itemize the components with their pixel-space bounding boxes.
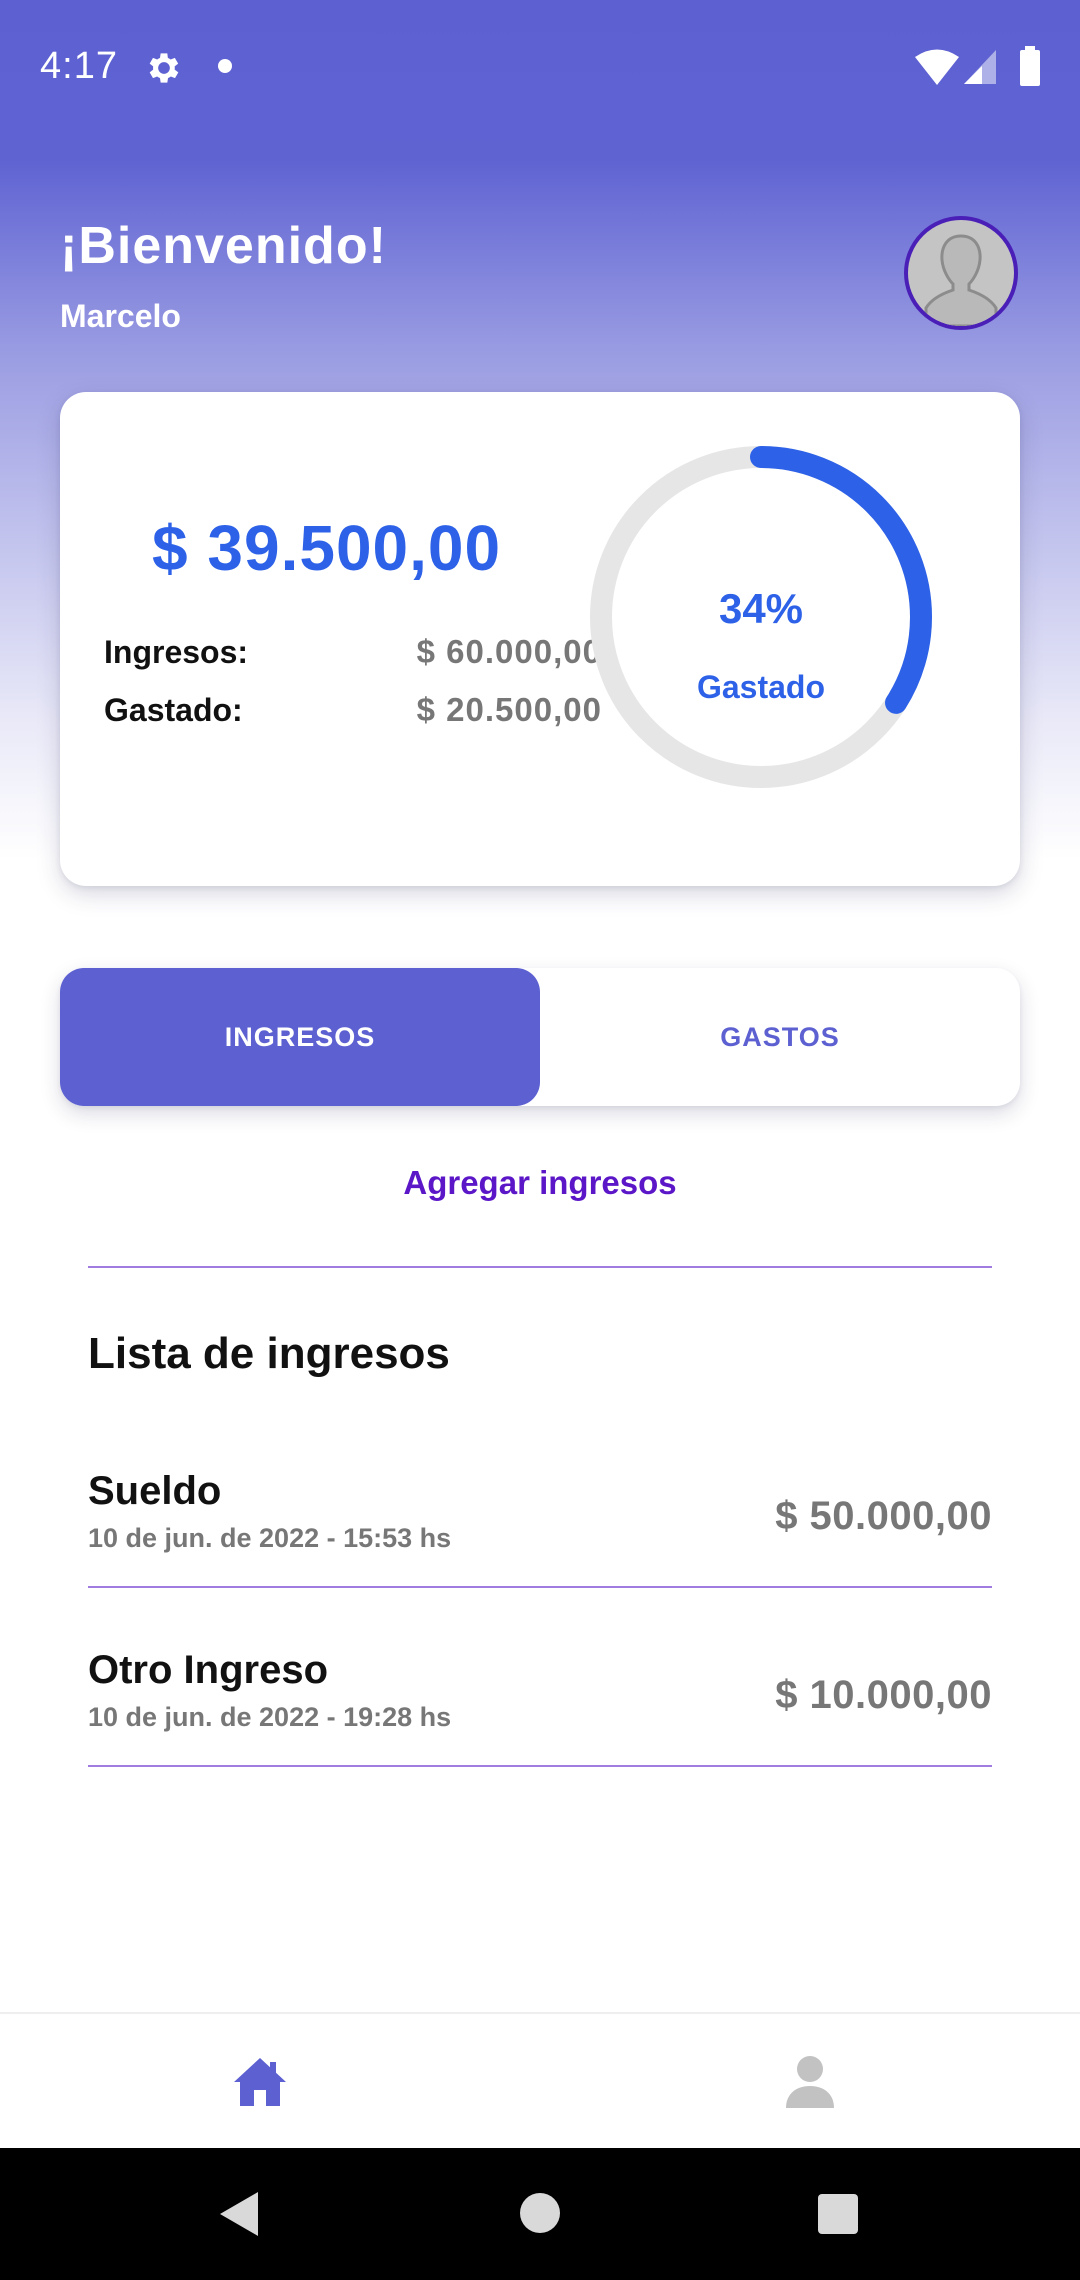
status-bar: 4:17 [0,0,1080,136]
user-silhouette-icon [924,234,998,326]
section-divider [88,1266,992,1268]
item-amount: $ 50.000,00 [775,1494,992,1538]
spent-value: $ 20.500,00 [416,691,602,728]
list-item[interactable]: Otro Ingreso 10 de jun. de 2022 - 19:28 … [88,1589,992,1767]
item-name: Sueldo [88,1469,222,1513]
system-navigation-bar [0,2148,1080,2280]
income-value: $ 60.000,00 [416,633,602,670]
signal-icon [964,50,996,84]
recents-icon[interactable] [818,2194,858,2234]
item-divider [88,1765,992,1767]
bottom-navigation [0,2012,1080,2150]
income-list-title: Lista de ingresos [88,1329,450,1378]
balance-amount: $ 39.500,00 [152,512,502,584]
item-date: 10 de jun. de 2022 - 19:28 hs [88,1702,452,1732]
spent-label: Gastado: [104,692,243,728]
user-name: Marcelo [60,298,181,334]
progress-caption: Gastado [696,669,826,705]
tab-ingresos[interactable]: INGRESOS [60,968,540,1106]
item-amount: $ 10.000,00 [775,1673,992,1717]
income-label: Ingresos: [104,634,249,670]
gear-icon [149,53,179,83]
back-icon[interactable] [216,2190,262,2238]
progress-percent: 34% [718,585,804,632]
status-time: 4:17 [40,45,118,87]
list-item[interactable]: Sueldo 10 de jun. de 2022 - 15:53 hs $ 5… [88,1410,992,1588]
home-button-icon[interactable] [520,2193,560,2233]
notification-dot-icon [218,59,232,73]
summary-card: $ 39.500,00 Ingresos: $ 60.000,00 Gastad… [60,392,1020,886]
item-divider [88,1586,992,1588]
battery-icon [1020,46,1040,86]
home-screen: 4:17 ¡Bienvenido! Marcelo $ 39.500,00 In… [0,0,1080,2280]
avatar[interactable] [904,216,1018,330]
income-expense-tabs: INGRESOS GASTOS [60,968,1020,1106]
item-date: 10 de jun. de 2022 - 15:53 hs [88,1523,452,1553]
home-icon[interactable] [232,2054,288,2110]
wifi-icon [915,49,959,85]
item-name: Otro Ingreso [88,1648,329,1692]
tab-gastos[interactable]: GASTOS [540,968,1020,1106]
add-income-link[interactable]: Agregar ingresos [0,1160,1080,1206]
profile-icon[interactable] [784,2054,836,2110]
welcome-title: ¡Bienvenido! [60,217,387,275]
